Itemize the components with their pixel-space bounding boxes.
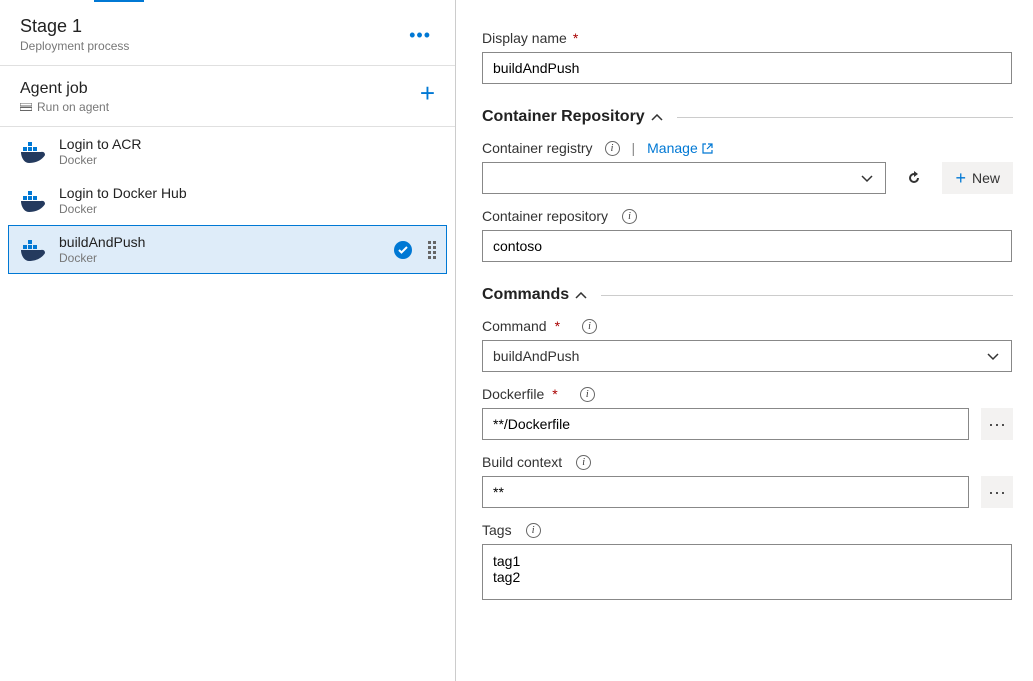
required-asterisk: * xyxy=(573,30,578,46)
required-asterisk: * xyxy=(555,318,560,334)
task-login-acr[interactable]: Login to ACR Docker xyxy=(8,127,447,176)
info-icon[interactable]: i xyxy=(580,387,595,402)
build-context-input[interactable] xyxy=(482,476,969,508)
external-link-icon xyxy=(702,143,713,154)
browse-button[interactable]: ··· xyxy=(981,476,1013,508)
section-title: Container Repository xyxy=(482,108,645,126)
info-icon[interactable]: i xyxy=(576,455,591,470)
info-icon[interactable]: i xyxy=(582,319,597,334)
container-repository-input[interactable] xyxy=(482,230,1012,262)
task-login-dockerhub[interactable]: Login to Docker Hub Docker xyxy=(8,176,447,225)
tags-textarea[interactable] xyxy=(482,544,1012,600)
task-list: Login to ACR Docker Login to Docker Hub … xyxy=(0,127,455,274)
display-name-input[interactable] xyxy=(482,52,1012,84)
browse-button[interactable]: ··· xyxy=(981,408,1013,440)
container-repository-label: Container repository xyxy=(482,208,608,224)
stage-header: Stage 1 Deployment process ••• xyxy=(0,6,455,66)
new-button[interactable]: + New xyxy=(942,162,1013,194)
drag-handle-icon[interactable] xyxy=(428,241,436,259)
chevron-down-icon xyxy=(987,353,999,361)
command-select[interactable]: buildAndPush xyxy=(482,340,1012,372)
build-context-label: Build context xyxy=(482,454,562,470)
section-container-repository[interactable]: Container Repository xyxy=(482,108,1013,126)
dockerfile-label: Dockerfile xyxy=(482,386,544,402)
active-tab-indicator xyxy=(94,0,144,2)
task-type: Docker xyxy=(59,202,436,216)
section-commands[interactable]: Commands xyxy=(482,286,1013,304)
agent-job-header[interactable]: Agent job Run on agent + xyxy=(0,66,455,127)
chevron-up-icon xyxy=(575,292,587,300)
stage-more-icon[interactable]: ••• xyxy=(405,22,435,48)
chevron-up-icon xyxy=(651,114,663,122)
dockerfile-input[interactable] xyxy=(482,408,969,440)
refresh-icon xyxy=(906,170,922,186)
refresh-button[interactable] xyxy=(898,162,930,194)
job-subtitle: Run on agent xyxy=(37,100,109,114)
task-type: Docker xyxy=(59,251,382,265)
plus-icon: + xyxy=(955,169,966,187)
docker-icon xyxy=(21,139,47,165)
container-registry-select[interactable] xyxy=(482,162,886,194)
chevron-down-icon xyxy=(861,175,873,183)
manage-link[interactable]: Manage xyxy=(647,140,713,156)
container-registry-label: Container registry xyxy=(482,140,593,156)
job-title: Agent job xyxy=(20,80,109,98)
docker-icon xyxy=(21,188,47,214)
docker-icon xyxy=(21,237,47,263)
stage-title: Stage 1 xyxy=(20,16,129,37)
stage-subtitle: Deployment process xyxy=(20,39,129,53)
task-name: buildAndPush xyxy=(59,234,382,250)
info-icon[interactable]: i xyxy=(605,141,620,156)
display-name-label: Display name xyxy=(482,30,567,46)
server-icon xyxy=(20,103,32,111)
info-icon[interactable]: i xyxy=(622,209,637,224)
task-buildandpush[interactable]: buildAndPush Docker xyxy=(8,225,447,274)
info-icon[interactable]: i xyxy=(526,523,541,538)
command-label: Command xyxy=(482,318,547,334)
task-name: Login to Docker Hub xyxy=(59,185,436,201)
required-asterisk: * xyxy=(552,386,557,402)
add-task-button[interactable]: + xyxy=(420,80,435,106)
section-title: Commands xyxy=(482,286,569,304)
check-icon xyxy=(394,241,412,259)
task-type: Docker xyxy=(59,153,436,167)
task-name: Login to ACR xyxy=(59,136,436,152)
tags-label: Tags xyxy=(482,522,512,538)
